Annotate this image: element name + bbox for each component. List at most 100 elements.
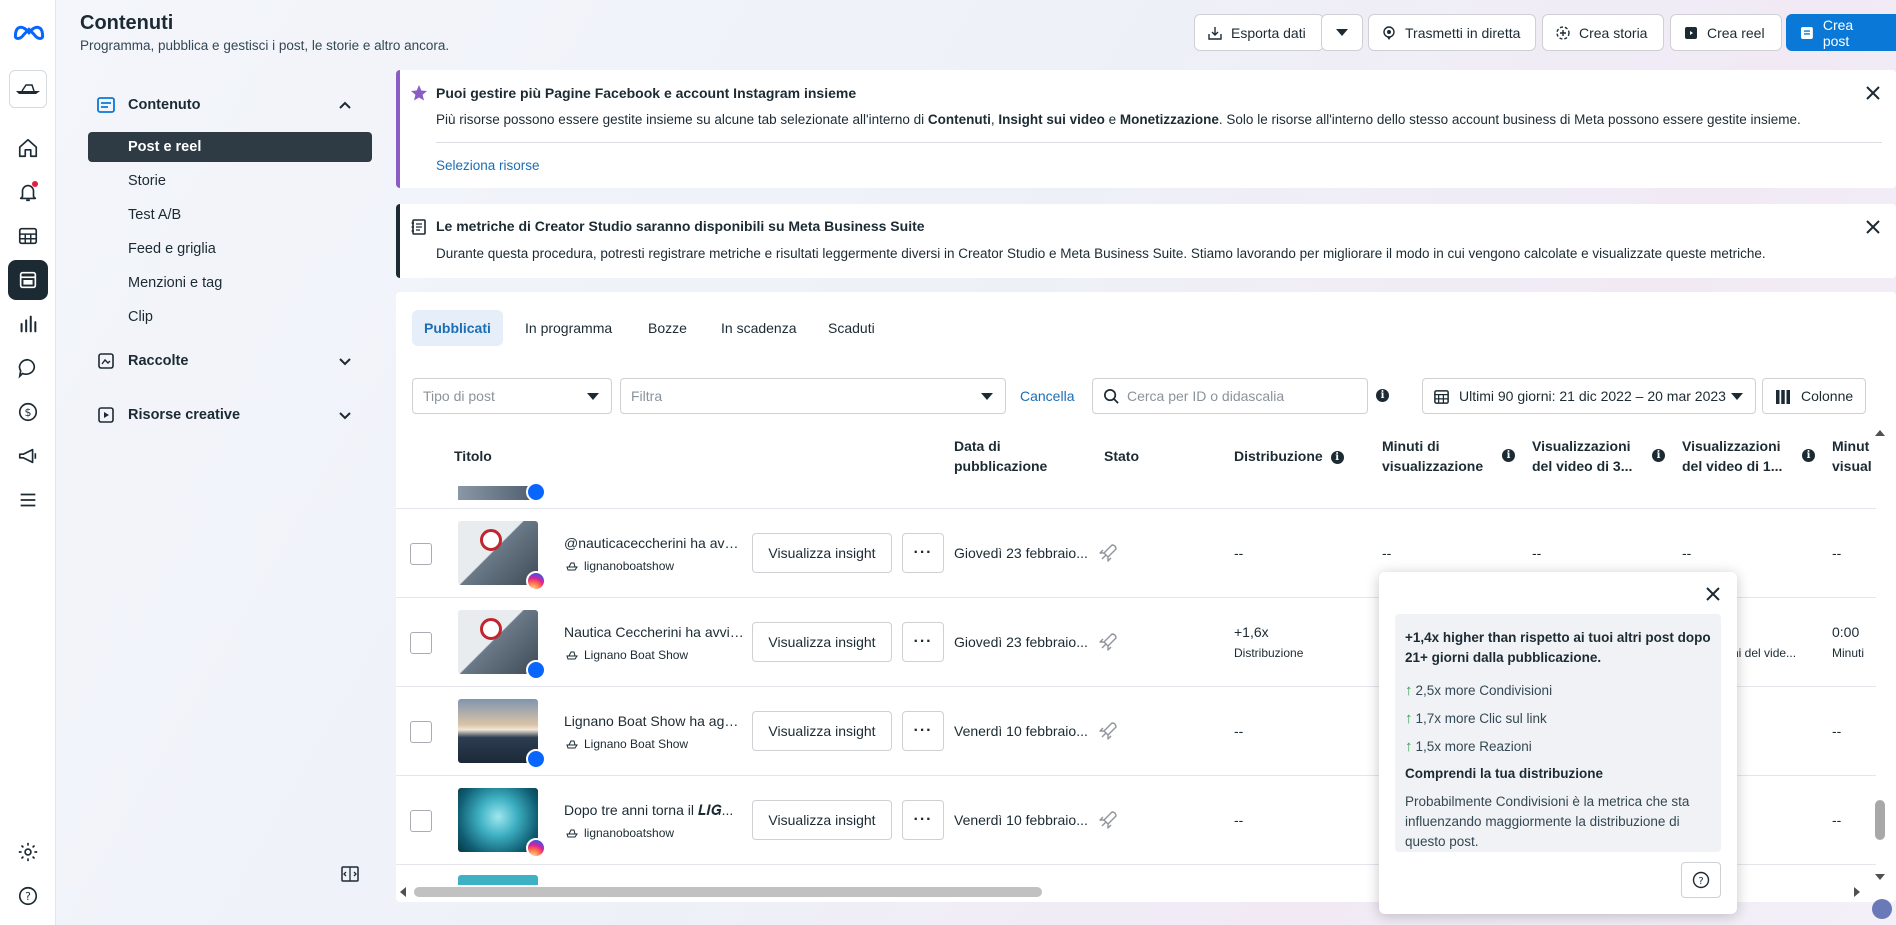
planner-icon[interactable] (8, 216, 48, 256)
create-post-button[interactable]: Crea post (1786, 14, 1896, 51)
help-icon[interactable]: ? (8, 876, 48, 916)
facebook-icon (526, 749, 546, 769)
filter-select[interactable]: Filtra (620, 378, 1006, 414)
scrollbar-thumb[interactable] (1875, 800, 1885, 840)
collapse-sidebar-icon[interactable] (340, 864, 360, 884)
column-header-views-1m[interactable]: Visualizzazioni del video di 1... (1682, 436, 1782, 476)
column-header-distribution[interactable]: Distribuzione i (1234, 446, 1344, 466)
close-icon[interactable] (1864, 218, 1882, 236)
scroll-down-arrow[interactable] (1875, 874, 1885, 880)
scroll-left-arrow[interactable] (400, 887, 406, 897)
home-icon[interactable] (8, 128, 48, 168)
post-type-select[interactable]: Tipo di post (412, 378, 612, 414)
view-insights-button[interactable]: Visualizza insight (752, 622, 892, 662)
post-title[interactable]: Dopo tre anni torna il 𝑳𝑰𝑮... (564, 802, 744, 819)
info-icon[interactable]: i (1802, 449, 1815, 462)
more-options-button[interactable]: ··· (902, 800, 944, 840)
info-icon[interactable]: i (1502, 449, 1515, 462)
columns-button[interactable]: Colonne (1762, 378, 1866, 414)
column-header-date[interactable]: Data di pubblicazione (954, 436, 1047, 476)
row-checkbox[interactable] (410, 632, 432, 654)
column-header-title[interactable]: Titolo (454, 446, 492, 466)
sidebar-item-clips[interactable]: Clip (88, 302, 372, 332)
more-options-button[interactable]: ··· (902, 533, 944, 573)
banner-title: Puoi gestire più Pagine Facebook e accou… (436, 85, 857, 101)
column-header-views-3s[interactable]: Visualizzazioni del video di 3... (1532, 436, 1632, 476)
vertical-scrollbar[interactable] (1873, 430, 1887, 880)
tab-expired[interactable]: Scaduti (816, 310, 887, 346)
info-icon[interactable]: i (1652, 449, 1665, 462)
scroll-right-arrow[interactable] (1854, 887, 1860, 897)
tab-scheduled[interactable]: In programma (513, 310, 624, 346)
more-options-button[interactable]: ··· (902, 622, 944, 662)
select-assets-link[interactable]: Seleziona risorse (436, 158, 540, 173)
tab-expiring[interactable]: In scadenza (709, 310, 809, 346)
tab-published[interactable]: Pubblicati (412, 310, 503, 346)
collections-icon (98, 353, 114, 369)
go-live-button[interactable]: Trasmetti in diretta (1368, 14, 1536, 51)
settings-icon[interactable] (8, 832, 48, 872)
banner-bold-monetization: Monetizzazione (1119, 112, 1219, 127)
export-data-button[interactable]: Esporta dati (1194, 14, 1324, 51)
view-insights-button[interactable]: Visualizza insight (752, 711, 892, 751)
view-insights-button[interactable]: Visualizza insight (752, 533, 892, 573)
banner-text: Più risorse possono essere gestite insie… (436, 112, 1801, 127)
chevron-down-icon[interactable] (338, 354, 352, 368)
more-options-button[interactable]: ··· (902, 711, 944, 751)
sidebar-item-mentions-tags[interactable]: Menzioni e tag (88, 268, 372, 298)
sidebar-item-ab-test[interactable]: Test A/B (88, 200, 372, 230)
close-icon[interactable] (1705, 586, 1721, 602)
scrollbar-thumb[interactable] (414, 887, 1042, 897)
publish-date: Venerdì 10 febbraio... (954, 723, 1088, 739)
export-dropdown-button[interactable] (1321, 14, 1363, 51)
row-checkbox[interactable] (410, 810, 432, 832)
view-insights-button[interactable]: Visualizza insight (752, 800, 892, 840)
sidebar-item-posts-reels[interactable]: Post e reel (88, 132, 372, 162)
facebook-icon (526, 482, 546, 502)
row-checkbox[interactable] (410, 721, 432, 743)
sidebar-item-stories[interactable]: Storie (88, 166, 372, 196)
page-avatar[interactable] (9, 70, 47, 108)
content-icon[interactable] (8, 260, 48, 300)
help-button[interactable]: ? (1681, 862, 1721, 898)
close-icon[interactable] (1864, 84, 1882, 102)
minutes-partial-value: 0:00 (1832, 624, 1860, 640)
distribution-value[interactable]: +1,6x (1234, 624, 1269, 640)
inbox-icon[interactable] (8, 348, 48, 388)
info-icon[interactable]: i (1376, 389, 1389, 402)
create-reel-button[interactable]: Crea reel (1670, 14, 1782, 51)
post-title[interactable]: Nautica Ceccherini ha avvia... (564, 624, 744, 640)
info-icon[interactable]: i (1330, 450, 1344, 464)
ads-icon[interactable] (8, 436, 48, 476)
popover-description: Probabilmente Condivisioni è la metrica … (1405, 794, 1690, 849)
sidebar-section-content[interactable]: Contenuto (96, 93, 200, 117)
instagram-icon (526, 838, 546, 858)
date-range-picker[interactable]: Ultimi 90 giorni: 21 dic 2022 – 20 mar 2… (1422, 378, 1756, 414)
cancel-filters-link[interactable]: Cancella (1020, 388, 1074, 404)
search-input[interactable]: Cerca per ID o didascalia (1092, 378, 1368, 414)
create-story-button[interactable]: Crea storia (1542, 14, 1664, 51)
post-title[interactable]: Lignano Boat Show ha aggi... (564, 713, 744, 729)
sidebar-section-creative[interactable]: Risorse creative (96, 403, 240, 427)
sidebar-section-collections[interactable]: Raccolte (96, 349, 188, 373)
column-header-view-minutes[interactable]: Minuti di visualizzazione (1382, 436, 1483, 476)
globe-icon[interactable] (1872, 899, 1892, 919)
post-title[interactable]: @nauticaceccherini ha avvi... (564, 535, 744, 551)
monetization-icon[interactable]: $ (8, 392, 48, 432)
meta-logo-icon[interactable] (12, 20, 46, 42)
create-post-label: Crea post (1822, 16, 1854, 49)
notifications-icon[interactable] (8, 172, 48, 212)
menu-icon[interactable] (8, 480, 48, 520)
left-rail: $ ? (0, 0, 56, 925)
insights-icon[interactable] (8, 304, 48, 344)
column-header-minutes-partial[interactable]: Minut visual (1832, 436, 1872, 476)
creative-assets-icon (98, 407, 114, 423)
column-header-status[interactable]: Stato (1104, 446, 1139, 466)
chevron-down-icon[interactable] (338, 408, 352, 422)
tab-drafts[interactable]: Bozze (636, 310, 699, 346)
row-checkbox[interactable] (410, 543, 432, 565)
sidebar-item-feed-grid[interactable]: Feed e griglia (88, 234, 372, 264)
scroll-up-arrow[interactable] (1875, 430, 1885, 436)
publish-date: Giovedì 23 febbraio... (954, 634, 1088, 650)
chevron-up-icon[interactable] (338, 98, 352, 112)
